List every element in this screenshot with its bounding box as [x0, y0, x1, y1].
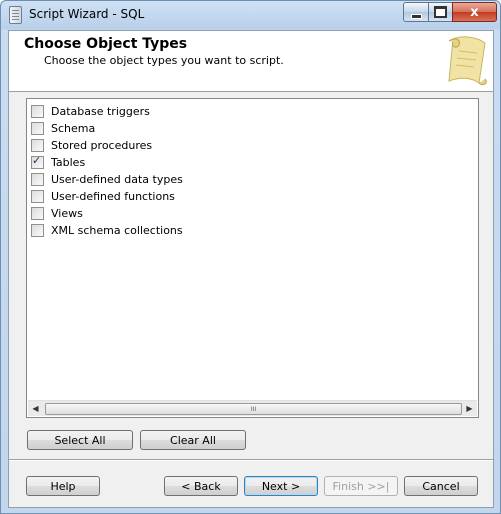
- object-type-item[interactable]: XML schema collections: [31, 222, 183, 238]
- object-type-label: Schema: [51, 121, 96, 135]
- page-title: Choose Object Types: [24, 36, 188, 52]
- help-button[interactable]: Help: [26, 476, 100, 496]
- object-type-checkbox[interactable]: [31, 189, 44, 203]
- footer-divider: [9, 459, 493, 461]
- script-wizard-window: Script Wizard - SQL x Choose Object Type…: [0, 0, 501, 514]
- select-all-button[interactable]: Select All: [27, 430, 133, 450]
- object-type-item[interactable]: Stored procedures: [31, 137, 152, 153]
- object-type-item[interactable]: User-defined functions: [31, 188, 175, 204]
- object-type-item[interactable]: Schema: [31, 120, 95, 136]
- object-type-label: Database triggers: [51, 104, 150, 118]
- scroll-parchment-icon: [448, 36, 487, 86]
- close-button[interactable]: x: [452, 2, 497, 22]
- minimize-icon: [410, 13, 422, 19]
- object-types-list[interactable]: XML schema collections Views User-defined …: [26, 98, 479, 418]
- object-type-label: User-defined functions: [51, 189, 175, 203]
- object-type-checkbox[interactable]: [31, 154, 44, 169]
- object-type-item[interactable]: Tables: [31, 154, 85, 170]
- object-type-checkbox[interactable]: [31, 121, 44, 135]
- wizard-client-area: Choose Object Types Choose the object ty…: [8, 30, 494, 508]
- object-type-checkbox[interactable]: [31, 206, 44, 220]
- finish-button[interactable]: Finish >>|: [324, 476, 398, 496]
- object-type-item[interactable]: User-defined data types: [31, 171, 183, 187]
- scroll-right-icon[interactable]: ▶: [462, 401, 477, 416]
- object-type-label: Stored procedures: [51, 138, 153, 152]
- scrollbar-thumb[interactable]: III: [45, 403, 462, 415]
- object-type-checkbox[interactable]: [31, 172, 44, 186]
- minimize-button[interactable]: [403, 2, 429, 22]
- maximize-icon: [434, 6, 447, 18]
- object-type-checkbox[interactable]: [31, 138, 44, 152]
- script-document-icon: [9, 6, 22, 24]
- object-type-label: User-defined data types: [51, 172, 183, 186]
- object-type-label: XML schema collections: [51, 223, 183, 237]
- close-icon: x: [470, 4, 479, 20]
- page-subtitle: Choose the object types you want to scri…: [44, 54, 284, 67]
- cancel-button[interactable]: Cancel: [404, 476, 478, 496]
- clear-all-button[interactable]: Clear All: [140, 430, 246, 450]
- back-button[interactable]: < Back: [164, 476, 238, 496]
- window-title: Script Wizard - SQL: [29, 7, 145, 21]
- object-type-item[interactable]: Views: [31, 205, 83, 221]
- title-bar[interactable]: Script Wizard - SQL x: [1, 1, 500, 29]
- scroll-left-icon[interactable]: ◀: [28, 401, 43, 416]
- next-button[interactable]: Next >: [244, 476, 318, 496]
- object-type-label: Tables: [51, 155, 86, 169]
- wizard-header: Choose Object Types Choose the object ty…: [9, 31, 493, 92]
- object-type-checkbox[interactable]: [31, 104, 44, 118]
- object-type-label: Views: [51, 206, 83, 220]
- maximize-button[interactable]: [428, 2, 453, 22]
- object-type-checkbox[interactable]: [31, 223, 44, 237]
- horizontal-scrollbar[interactable]: ◀ III ▶: [28, 400, 477, 416]
- object-type-item[interactable]: Database triggers: [31, 103, 150, 119]
